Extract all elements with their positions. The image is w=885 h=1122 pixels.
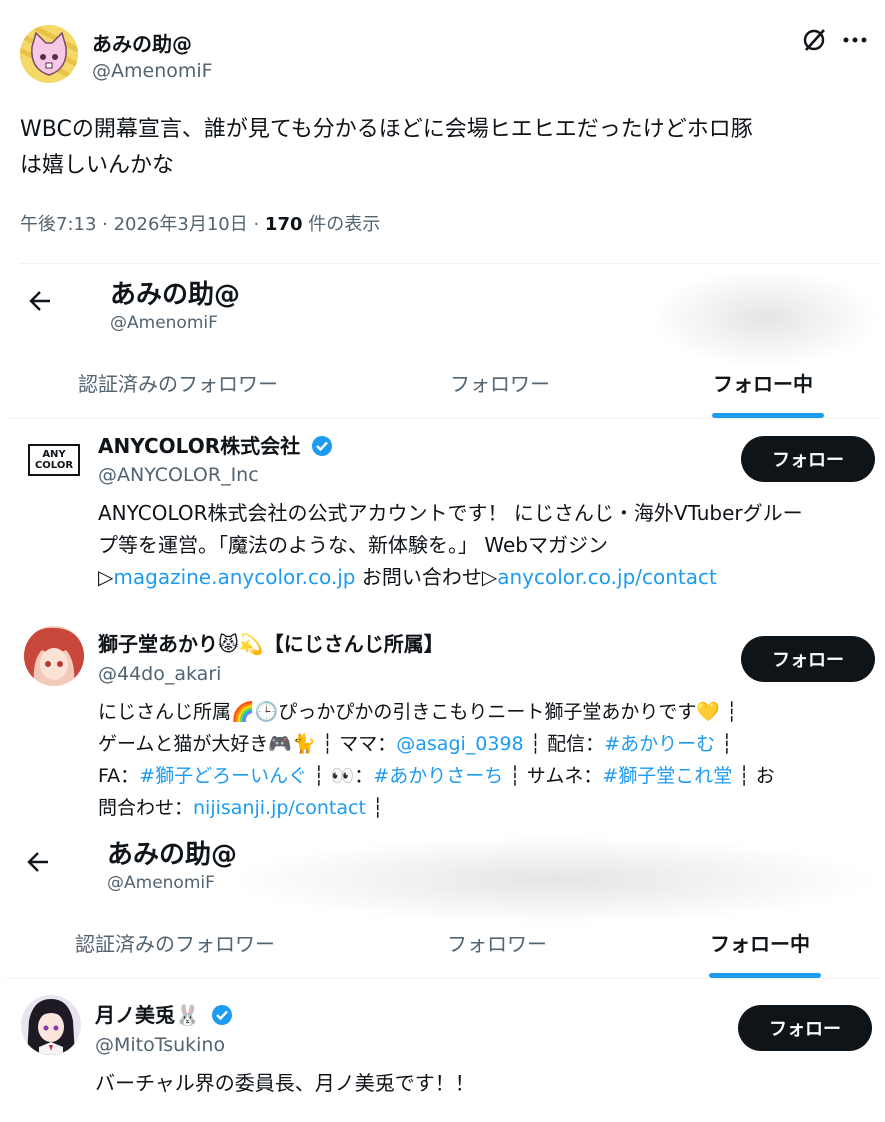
tweet-time[interactable]: 午後7:13 · 2026年3月10日 · (20, 214, 265, 235)
bio-line: ゲームと猫が大好き🎮🐈 ┆ ママ：@asagi_0398 ┆ 配信：#あかりーむ… (98, 728, 775, 760)
logo-text: ANY (42, 449, 66, 460)
user-name[interactable]: 獅子堂あかり😾💫【にじさんじ所属】 (98, 628, 444, 657)
bio-text: ゲームと猫が大好き🎮🐈 ┆ ママ： (98, 733, 397, 755)
bio-link[interactable]: anycolor.co.jp/contact (497, 565, 717, 589)
bio-line: プ等を運営。「魔法のような、新体験を。」 Webマガジン (98, 533, 608, 557)
user-name-text[interactable]: ANYCOLOR株式会社 (98, 434, 300, 458)
bio-text: ▷ (98, 565, 114, 589)
tweet-meta: 午後7:13 · 2026年3月10日 · 170 件の表示 (20, 210, 380, 236)
author-avatar[interactable] (20, 25, 78, 83)
arrow-left-icon[interactable] (28, 288, 54, 314)
profile-name: あみの助@ (107, 840, 238, 870)
profile-name: あみの助@ (110, 280, 241, 310)
bio-link[interactable]: magazine.anycolor.co.jp (113, 565, 355, 589)
view-label: 件の表示 (302, 214, 381, 235)
user-avatar[interactable] (21, 995, 81, 1055)
profile-handle: @AmenomiF (107, 873, 215, 893)
bio-text: お問い合わせ▷ (355, 565, 498, 589)
bio-line: にじさんじ所属🌈🕒ぴっかぴかの引きこもりニート獅子堂あかりです💛 ┆ (98, 701, 738, 723)
tab-verified-followers[interactable]: 認証済みのフォロワー (78, 368, 278, 397)
tweet-text: WBCの開幕宣言、誰が見ても分かるほどに会場ヒエヒエだったけどホロ豚 は嬉しいん… (20, 112, 753, 184)
blur-overlay (230, 835, 880, 925)
profile-handle: @AmenomiF (110, 313, 218, 333)
bio-link[interactable]: nijisanji.jp/contact (193, 797, 366, 819)
author-handle[interactable]: @AmenomiF (92, 60, 213, 82)
bio-line: 問合わせ：nijisanji.jp/contact ┆ (98, 792, 775, 824)
tab-following[interactable]: フォロー中 (710, 928, 810, 957)
bio-link[interactable]: #獅子堂これ堂 (602, 765, 732, 787)
tab-followers[interactable]: フォロワー (450, 368, 550, 397)
tab-verified-followers[interactable]: 認証済みのフォロワー (75, 928, 275, 957)
tab-following[interactable]: フォロー中 (713, 368, 813, 397)
divider (10, 418, 878, 419)
bio-text: 問合わせ： (98, 797, 194, 819)
divider (20, 263, 878, 264)
user-handle[interactable]: @ANYCOLOR_Inc (98, 464, 259, 486)
bio-link[interactable]: #獅子どろーいんぐ (139, 765, 307, 787)
user-name[interactable]: ANYCOLOR株式会社 (98, 430, 333, 459)
bio-text: FA： (98, 765, 140, 787)
divider (5, 978, 878, 979)
arrow-left-icon[interactable] (26, 849, 52, 875)
user-handle[interactable]: @MitoTsukino (95, 1034, 225, 1056)
user-bio: にじさんじ所属🌈🕒ぴっかぴかの引きこもりニート獅子堂あかりです💛 ┆ ゲームと猫… (98, 696, 775, 824)
user-name-text[interactable]: 月ノ美兎🐰 (95, 1003, 200, 1027)
bio-line: ▷magazine.anycolor.co.jp お問い合わせ▷anycolor… (98, 561, 803, 593)
bio-line: ANYCOLOR株式会社の公式アカウントです！ にじさんじ・海外VTuberグル… (98, 501, 803, 525)
follow-button[interactable]: フォロー (741, 636, 875, 682)
bio-line: FA：#獅子どろーいんぐ ┆ 👀：#あかりさーち ┆ サムネ：#獅子堂これ堂 ┆… (98, 760, 775, 792)
user-name[interactable]: 月ノ美兎🐰 (95, 999, 233, 1028)
bio-text: ┆ サムネ： (503, 765, 603, 787)
tweet-text-line: WBCの開幕宣言、誰が見ても分かるほどに会場ヒエヒエだったけどホロ豚 (20, 117, 753, 142)
follow-button[interactable]: フォロー (738, 1005, 872, 1051)
tab-followers[interactable]: フォロワー (447, 928, 547, 957)
user-avatar[interactable] (24, 626, 84, 686)
view-count: 170 (264, 214, 303, 235)
user-bio: ANYCOLOR株式会社の公式アカウントです！ にじさんじ・海外VTuberグル… (98, 497, 803, 593)
follow-button[interactable]: フォロー (741, 436, 875, 482)
bio-link[interactable]: #あかりさーち (373, 765, 503, 787)
slash-circle-icon[interactable] (800, 26, 828, 54)
user-avatar[interactable]: ANY COLOR (24, 430, 84, 490)
user-handle[interactable]: @44do_akari (98, 663, 221, 685)
user-bio: バーチャル界の委員長、月ノ美兎です！！ (95, 1071, 475, 1095)
bio-text: ┆ 配信： (523, 733, 605, 755)
bio-text: ┆ お (732, 765, 775, 787)
logo-text: COLOR (34, 460, 74, 471)
bio-link[interactable]: #あかりーむ (604, 733, 715, 755)
more-horizontal-icon[interactable] (842, 28, 868, 52)
bio-text: ┆ (715, 733, 733, 755)
bio-text: ┆ 👀： (307, 765, 374, 787)
verified-badge-icon (211, 1005, 232, 1025)
verified-badge-icon (312, 436, 333, 456)
tweet-text-line: は嬉しいんかな (20, 153, 175, 178)
bio-text: ┆ (365, 797, 384, 819)
bio-link[interactable]: @asagi_0398 (396, 733, 523, 755)
author-name[interactable]: あみの助@ (92, 28, 192, 57)
blur-overlay (650, 268, 880, 368)
